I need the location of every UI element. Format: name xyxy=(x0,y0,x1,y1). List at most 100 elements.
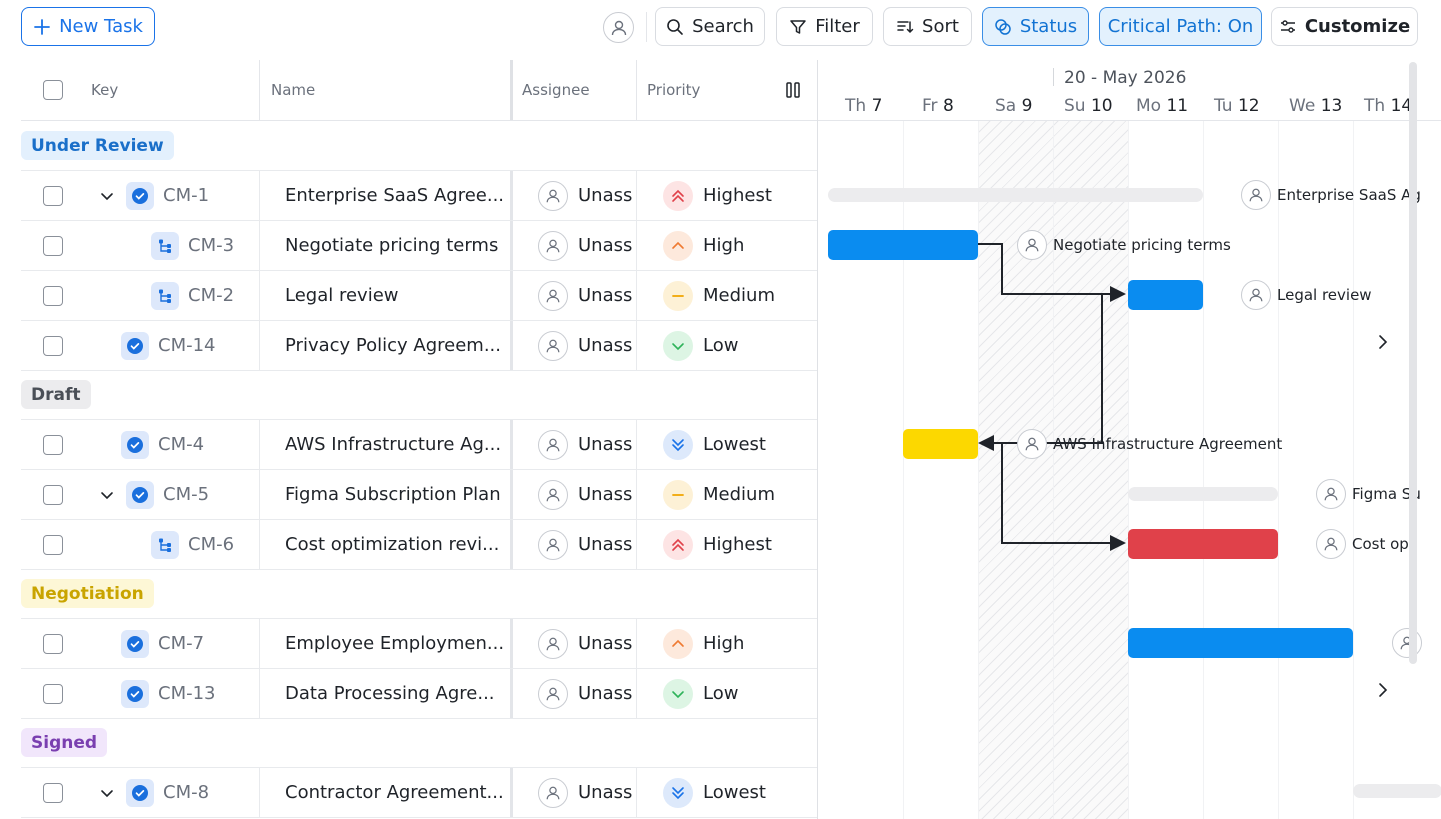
assignee-name[interactable]: Unass xyxy=(578,221,632,270)
task-key[interactable]: CM-2 xyxy=(188,271,234,320)
columns-toggle-icon[interactable] xyxy=(785,60,801,120)
select-all-checkbox[interactable] xyxy=(43,80,63,100)
assignee-name[interactable]: Unass xyxy=(578,420,632,469)
chevron-down-icon[interactable] xyxy=(99,470,115,519)
priority-label[interactable]: Highest xyxy=(703,520,772,569)
select-all-cell[interactable] xyxy=(43,60,63,120)
gantt-task-bar[interactable] xyxy=(828,230,978,260)
gantt-summary-bar[interactable] xyxy=(1353,784,1441,798)
table-row[interactable]: CM-8 Contractor Agreement... Unass Lowes… xyxy=(21,768,817,818)
sort-button[interactable]: Sort xyxy=(883,7,972,46)
assignee-name[interactable]: Unass xyxy=(578,520,632,569)
group-signed[interactable]: Signed xyxy=(21,718,817,768)
task-name[interactable]: Privacy Policy Agreem... xyxy=(285,321,507,370)
priority-label[interactable]: High xyxy=(703,619,744,668)
gantt-task-label[interactable] xyxy=(1392,628,1422,658)
assignee-name[interactable]: Unass xyxy=(578,470,632,519)
column-resize-handle[interactable] xyxy=(510,60,513,120)
task-key[interactable]: CM-3 xyxy=(188,221,234,270)
gantt-task-label[interactable]: Figma Su xyxy=(1316,479,1421,509)
gantt-task-bar[interactable] xyxy=(1128,628,1353,658)
gantt-task-label[interactable]: Cost opt xyxy=(1316,529,1415,559)
task-name[interactable]: Data Processing Agre... xyxy=(285,669,507,718)
priority-label[interactable]: Medium xyxy=(703,470,775,519)
priority-label[interactable]: Low xyxy=(703,669,738,718)
task-key[interactable]: CM-8 xyxy=(163,768,209,817)
task-key[interactable]: CM-4 xyxy=(158,420,204,469)
gantt-task-bar[interactable] xyxy=(1128,529,1278,559)
row-checkbox[interactable] xyxy=(43,683,63,704)
assignee-name[interactable]: Unass xyxy=(578,321,632,370)
task-name[interactable]: Figma Subscription Plan xyxy=(285,470,507,519)
column-key[interactable]: Key xyxy=(91,60,118,120)
gantt-task-label[interactable]: Legal review xyxy=(1241,280,1372,310)
row-checkbox[interactable] xyxy=(43,534,63,555)
table-row[interactable]: CM-4 AWS Infrastructure Ag... Unass Lowe… xyxy=(21,420,817,470)
group-negotiation[interactable]: Negotiation xyxy=(21,569,817,619)
row-checkbox[interactable] xyxy=(43,335,63,356)
gantt-task-bar[interactable] xyxy=(1128,280,1203,310)
task-key[interactable]: CM-6 xyxy=(188,520,234,569)
table-row[interactable]: CM-2 Legal review Unass Medium xyxy=(21,271,817,321)
task-key[interactable]: CM-1 xyxy=(163,171,209,220)
gantt-chart[interactable]: 20 - May 2026 Th 7 Fr 8 Sa 9 Su 10 Mo 11… xyxy=(817,60,1441,819)
table-row[interactable]: CM-5 Figma Subscription Plan Unass Mediu… xyxy=(21,470,817,520)
assignee-name[interactable]: Unass xyxy=(578,669,632,718)
group-under-review[interactable]: Under Review xyxy=(21,121,817,171)
assignee-name[interactable]: Unass xyxy=(578,271,632,320)
task-name[interactable]: Legal review xyxy=(285,271,507,320)
row-checkbox[interactable] xyxy=(43,782,63,803)
row-checkbox[interactable] xyxy=(43,185,63,206)
column-priority[interactable]: Priority xyxy=(647,60,700,120)
gantt-summary-bar[interactable] xyxy=(828,188,1203,202)
priority-label[interactable]: High xyxy=(703,221,744,270)
gantt-task-label[interactable]: AWS Infrastructure Agreement xyxy=(1017,429,1282,459)
task-key[interactable]: CM-14 xyxy=(158,321,216,370)
column-name[interactable]: Name xyxy=(271,60,315,120)
assignee-name[interactable]: Unass xyxy=(578,171,632,220)
vertical-scrollbar[interactable] xyxy=(1409,62,1417,664)
row-checkbox[interactable] xyxy=(43,434,63,455)
table-row[interactable]: CM-7 Employee Employmen... Unass High xyxy=(21,619,817,669)
status-button[interactable]: Status xyxy=(982,7,1089,46)
assignee-filter-avatar[interactable] xyxy=(603,12,634,43)
task-name[interactable]: Negotiate pricing terms xyxy=(285,221,507,270)
gantt-task-label[interactable]: Enterprise SaaS Ag xyxy=(1241,180,1421,210)
task-key[interactable]: CM-5 xyxy=(163,470,209,519)
task-key[interactable]: CM-7 xyxy=(158,619,204,668)
priority-label[interactable]: Highest xyxy=(703,171,772,220)
chevron-down-icon[interactable] xyxy=(99,171,115,220)
table-row[interactable]: CM-3 Negotiate pricing terms Unass High xyxy=(21,221,817,271)
search-button[interactable]: Search xyxy=(655,7,765,46)
assignee-name[interactable]: Unass xyxy=(578,619,632,668)
gantt-summary-bar[interactable] xyxy=(1128,487,1278,501)
row-checkbox[interactable] xyxy=(43,484,63,505)
task-name[interactable]: Cost optimization revi... xyxy=(285,520,507,569)
row-checkbox[interactable] xyxy=(43,285,63,306)
priority-label[interactable]: Lowest xyxy=(703,420,766,469)
priority-label[interactable]: Low xyxy=(703,321,738,370)
table-row[interactable]: CM-1 Enterprise SaaS Agree... Unass High… xyxy=(21,171,817,221)
priority-label[interactable]: Lowest xyxy=(703,768,766,817)
scroll-to-task-chevron-right-icon[interactable] xyxy=(1376,679,1390,705)
critical-path-toggle[interactable]: Critical Path: On xyxy=(1099,7,1262,46)
task-name[interactable]: AWS Infrastructure Ag... xyxy=(285,420,507,469)
table-row[interactable]: CM-13 Data Processing Agre... Unass Low xyxy=(21,669,817,719)
gantt-task-label[interactable]: Negotiate pricing terms xyxy=(1017,230,1231,260)
row-checkbox[interactable] xyxy=(43,633,63,654)
row-checkbox[interactable] xyxy=(43,235,63,256)
task-key[interactable]: CM-13 xyxy=(158,669,216,718)
table-row[interactable]: CM-6 Cost optimization revi... Unass Hig… xyxy=(21,520,817,570)
column-assignee[interactable]: Assignee xyxy=(522,60,590,120)
chevron-down-icon[interactable] xyxy=(99,768,115,817)
customize-button[interactable]: Customize xyxy=(1271,7,1418,46)
task-name[interactable]: Contractor Agreement... xyxy=(285,768,507,817)
group-draft[interactable]: Draft xyxy=(21,370,817,420)
filter-button[interactable]: Filter xyxy=(776,7,873,46)
task-name[interactable]: Enterprise SaaS Agree... xyxy=(285,171,507,220)
scroll-to-task-chevron-right-icon[interactable] xyxy=(1376,331,1390,357)
priority-label[interactable]: Medium xyxy=(703,271,775,320)
table-row[interactable]: CM-14 Privacy Policy Agreem... Unass Low xyxy=(21,321,817,371)
new-task-button[interactable]: New Task xyxy=(21,7,155,46)
assignee-name[interactable]: Unass xyxy=(578,768,632,817)
